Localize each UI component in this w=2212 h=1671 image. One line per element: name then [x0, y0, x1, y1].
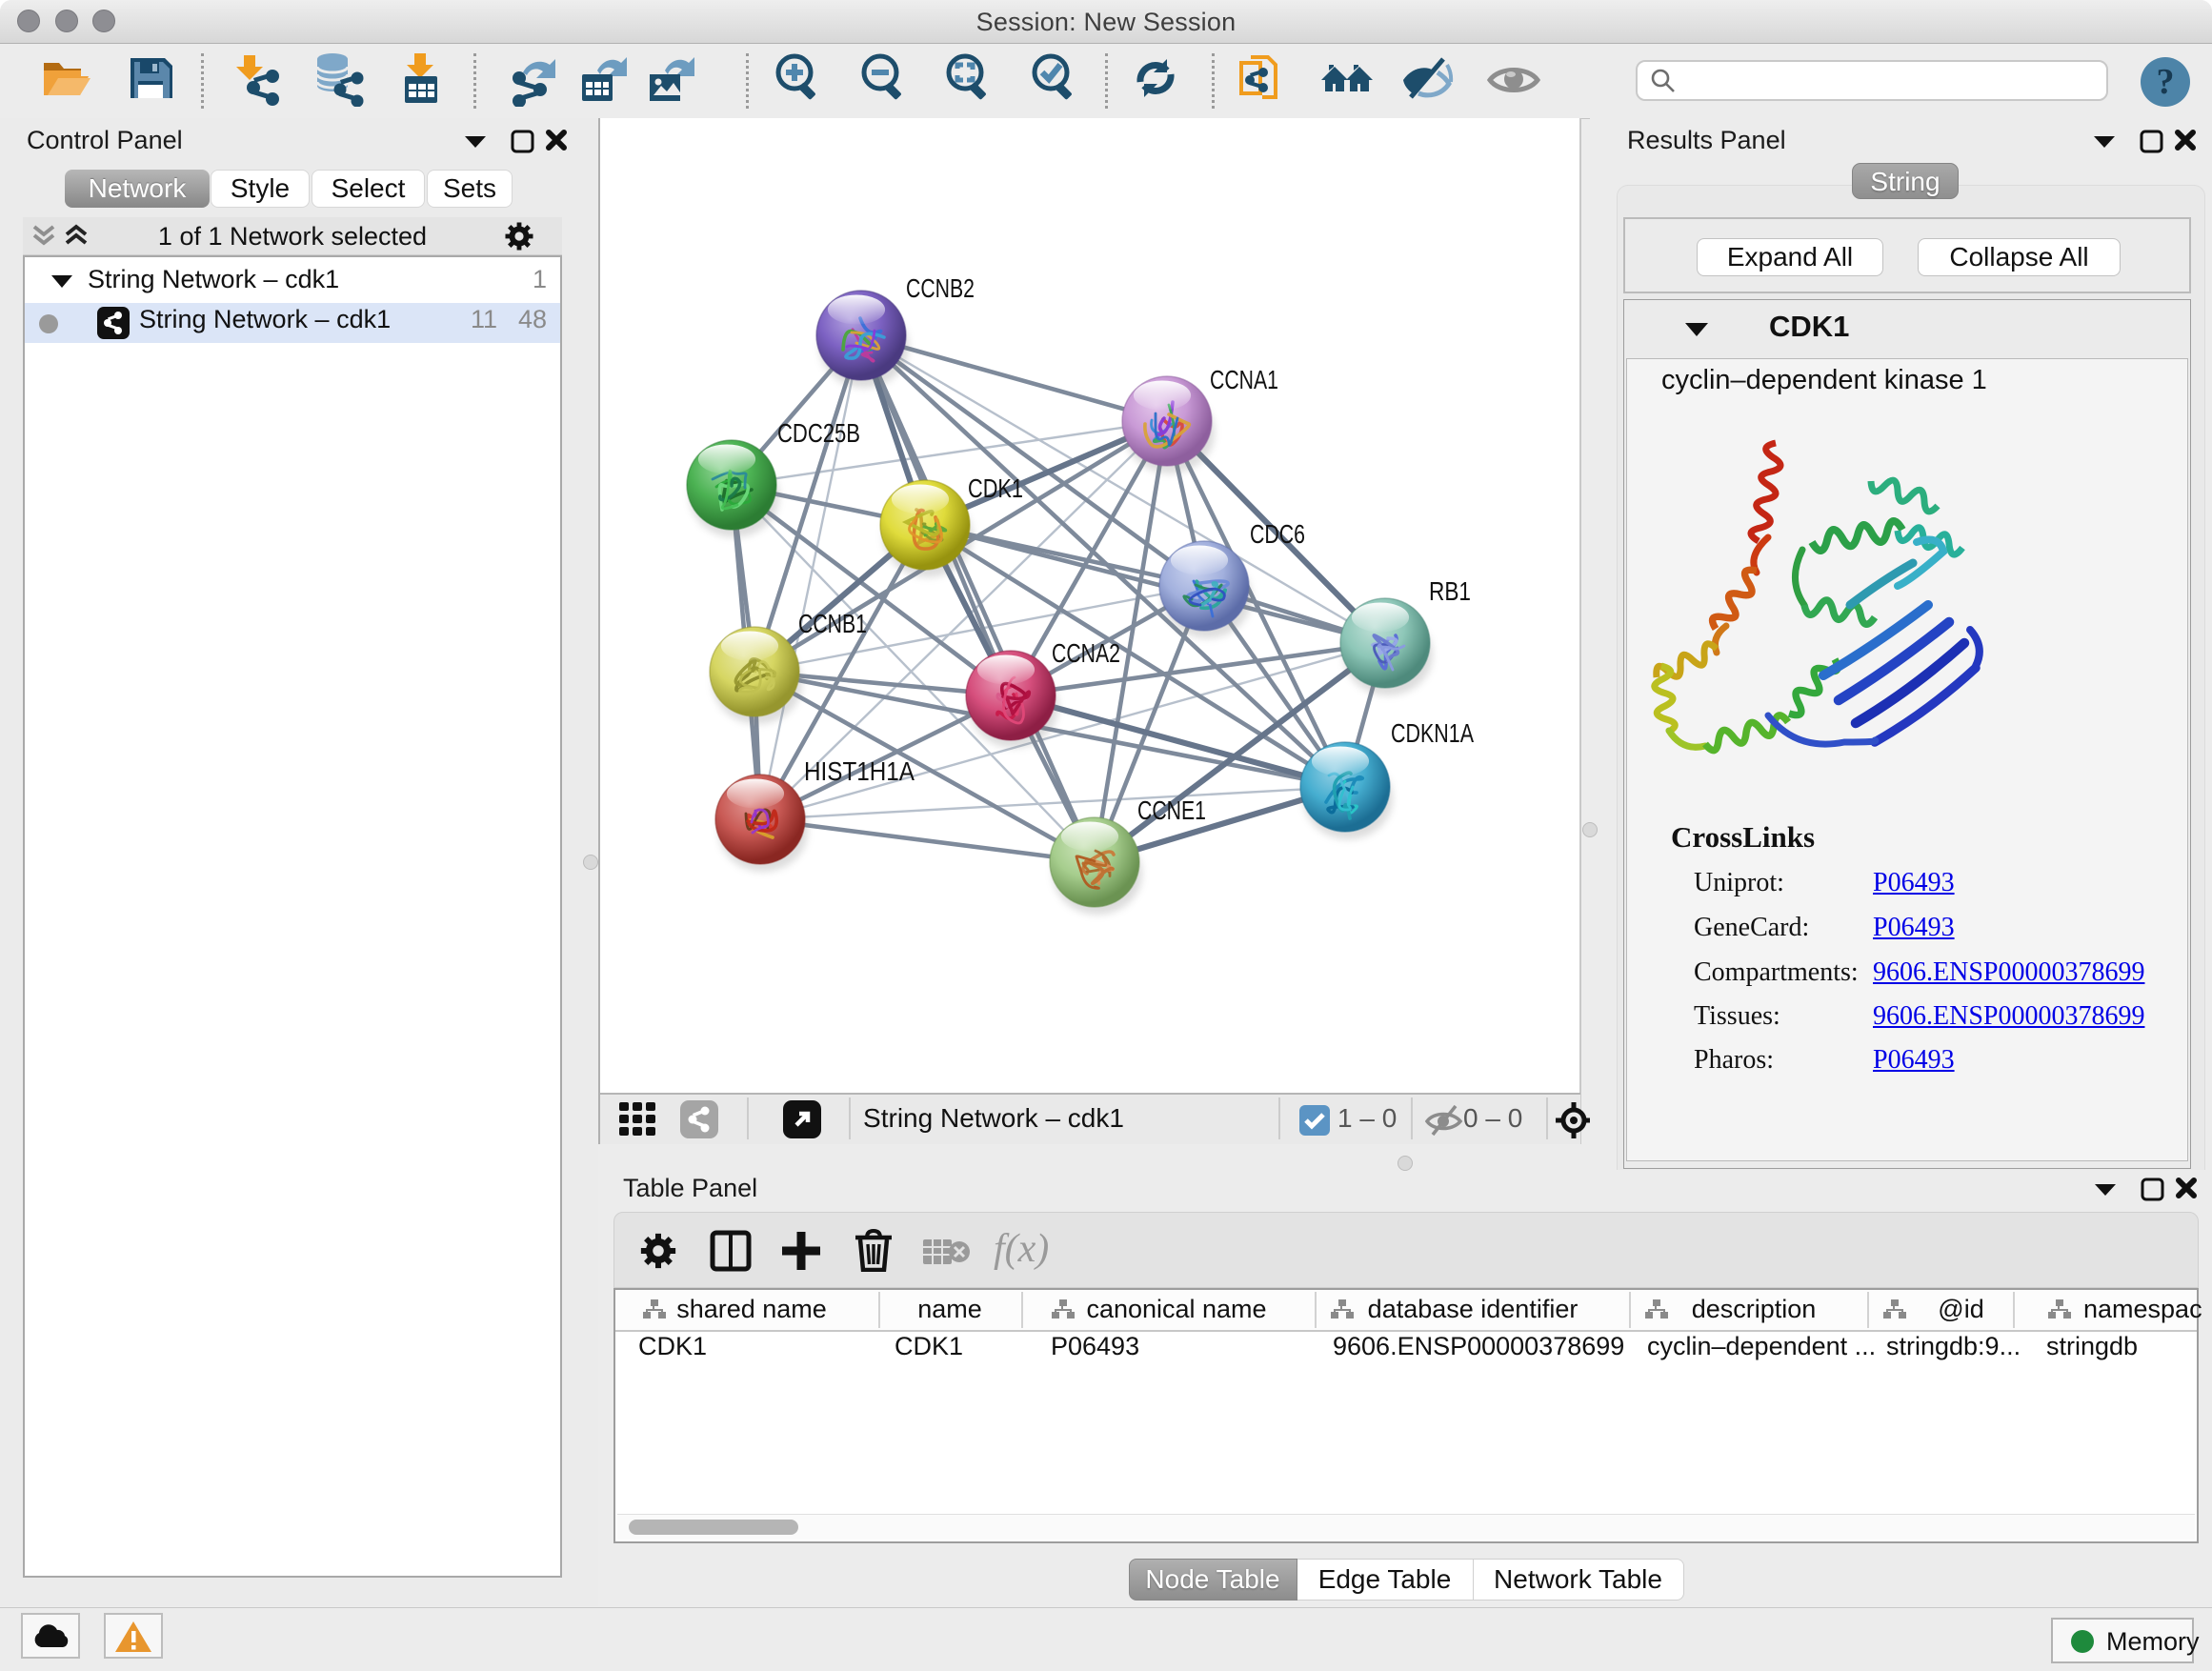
svg-text:CDC6: CDC6	[1250, 519, 1305, 549]
svg-text:CCNA2: CCNA2	[1052, 638, 1120, 668]
svg-text:CDK1: CDK1	[968, 473, 1023, 503]
svg-text:CCNE1: CCNE1	[1137, 795, 1206, 825]
svg-text:CDC25B: CDC25B	[777, 418, 860, 448]
svg-text:CCNB2: CCNB2	[906, 273, 975, 303]
svg-text:HIST1H1A: HIST1H1A	[804, 756, 915, 786]
svg-text:CCNB1: CCNB1	[798, 609, 867, 638]
svg-text:CDKN1A: CDKN1A	[1391, 718, 1474, 748]
svg-text:?: ?	[2157, 62, 2175, 102]
svg-text:RB1: RB1	[1429, 576, 1471, 606]
svg-text:CCNA1: CCNA1	[1210, 365, 1278, 394]
